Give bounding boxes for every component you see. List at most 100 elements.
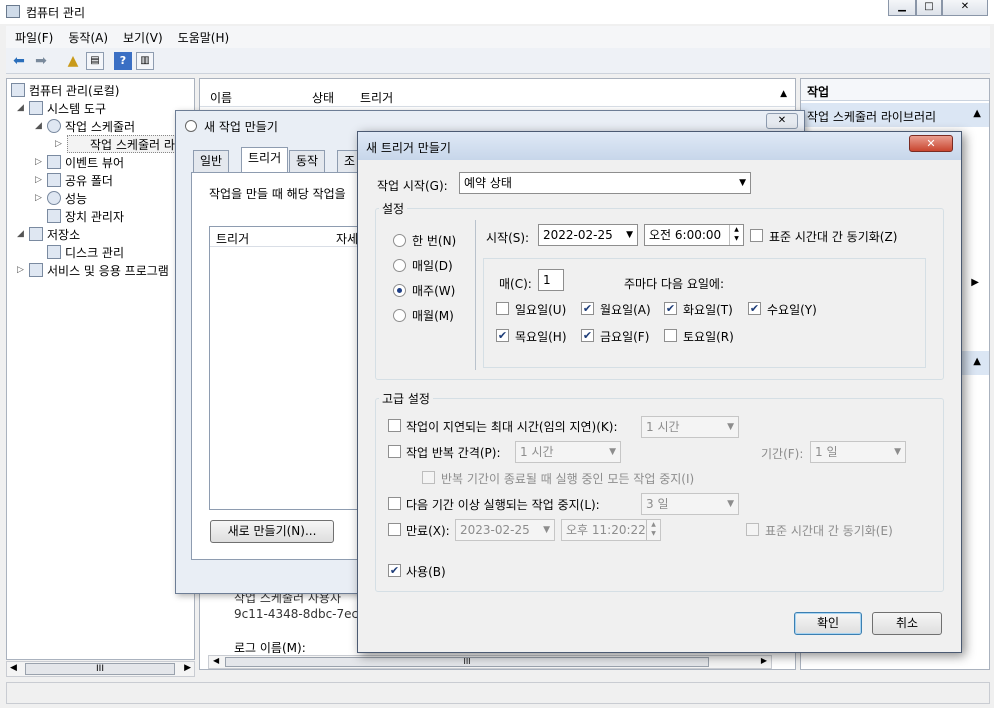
actions-section-library[interactable]: 작업 스케줄러 라이브러리 ▲ (801, 103, 989, 127)
tab-actions[interactable]: 동작 (289, 150, 326, 172)
forward-icon[interactable]: ➡ (32, 52, 50, 70)
day-saturday-checkbox[interactable] (664, 329, 677, 342)
day-friday-checkbox[interactable]: ✔ (581, 329, 594, 342)
settings-divider (475, 220, 476, 370)
menu-file[interactable]: 파일(F) (15, 29, 53, 46)
delay-checkbox[interactable] (388, 419, 401, 432)
scroll-thumb[interactable]: III (225, 657, 709, 667)
expand-arrow-icon[interactable]: ▷ (35, 175, 42, 185)
duration-select[interactable]: 1 일 ▼ (810, 441, 906, 463)
log-name-label: 로그 이름(M): (234, 641, 306, 655)
radio-monthly-label: 매월(M) (412, 309, 454, 323)
column-header-name[interactable]: 이름 (210, 89, 232, 106)
menu-help[interactable]: 도움말(H) (178, 29, 230, 46)
start-time-spinner[interactable]: 오전 6:00:00 ▲ ▼ (644, 224, 744, 246)
day-thursday-checkbox[interactable]: ✔ (496, 329, 509, 342)
delay-select[interactable]: 1 시간 ▼ (641, 416, 739, 438)
ok-button[interactable]: 확인 (794, 612, 862, 635)
sync-timezone-checkbox[interactable] (750, 229, 763, 242)
collapse-arrow-icon[interactable]: ◢ (17, 103, 24, 113)
enabled-checkbox[interactable]: ✔ (388, 564, 401, 577)
new-trigger-button[interactable]: 새로 만들기(N)... (210, 520, 334, 543)
menu-view[interactable]: 보기(V) (123, 29, 163, 46)
show-hide-tree-icon[interactable]: ▤ (86, 51, 104, 70)
expire-checkbox[interactable] (388, 523, 401, 536)
scroll-left-icon[interactable]: ◀ (213, 656, 219, 665)
column-header-trigger[interactable]: 트리거 (216, 230, 249, 247)
up-folder-icon[interactable]: ▲ (64, 52, 82, 70)
tab-general[interactable]: 일반 (193, 150, 230, 172)
day-saturday-label: 토요일(R) (683, 330, 734, 344)
radio-monthly[interactable] (393, 309, 406, 322)
recur-every-input[interactable]: 1 (538, 269, 564, 291)
tree-item-disk-management[interactable]: 디스크 관리 (47, 243, 124, 261)
stop-long-running-select[interactable]: 3 일 ▼ (641, 493, 739, 515)
tree-item-system-tools[interactable]: 시스템 도구 (29, 99, 106, 117)
column-header-status[interactable]: 상태 (312, 89, 334, 106)
delay-label: 작업이 지연되는 최대 시간(임의 지연)(K): (406, 420, 618, 434)
tree-item-services-applications[interactable]: 서비스 및 응용 프로그램 (29, 261, 169, 279)
day-wednesday-checkbox[interactable]: ✔ (748, 302, 761, 315)
expire-date-picker[interactable]: 2023-02-25 ▼ (455, 519, 555, 541)
collapse-up-icon[interactable]: ▲ (973, 108, 981, 119)
radio-weekly[interactable] (393, 284, 406, 297)
tree-item-shared-folders[interactable]: 공유 폴더 (47, 171, 113, 189)
day-monday-checkbox[interactable]: ✔ (581, 302, 594, 315)
dropdown-arrow-icon: ▼ (727, 499, 734, 509)
radio-once[interactable] (393, 234, 406, 247)
create-task-close-button[interactable]: ✕ (766, 113, 798, 129)
expire-time-spinner[interactable]: 오후 11:20:22 ▲ ▼ (561, 519, 661, 541)
collapse-up-icon[interactable]: ▲ (973, 356, 981, 367)
column-header-details[interactable]: 자세 (336, 230, 358, 247)
menu-action[interactable]: 동작(A) (68, 29, 108, 46)
tree-horizontal-scrollbar[interactable]: ◀ III ▶ (6, 661, 195, 677)
tab-triggers[interactable]: 트리거 (241, 147, 289, 173)
radio-daily[interactable] (393, 259, 406, 272)
repeat-checkbox[interactable] (388, 445, 401, 458)
tree-item-event-viewer[interactable]: 이벤트 뷰어 (47, 153, 124, 171)
repeat-interval-select[interactable]: 1 시간 ▼ (515, 441, 621, 463)
scroll-right-icon[interactable]: ▶ (761, 656, 767, 665)
column-header-triggers[interactable]: 트리거 (360, 89, 393, 106)
expand-arrow-icon[interactable]: ▷ (17, 265, 24, 275)
tree-item-computer-management[interactable]: 컴퓨터 관리(로컬) (11, 81, 119, 99)
stop-repeat-checkbox[interactable] (422, 471, 435, 484)
minimize-button[interactable]: ▁ (888, 0, 916, 16)
tree-item-device-manager[interactable]: 장치 관리자 (47, 207, 124, 225)
dropdown-arrow-icon: ▼ (626, 230, 633, 240)
show-hide-action-pane-icon[interactable]: ▥ (136, 51, 154, 70)
spinner-arrows-icon[interactable]: ▲ ▼ (646, 520, 660, 540)
expand-arrow-icon[interactable]: ▷ (55, 139, 62, 149)
scroll-up-icon[interactable]: ▲ (780, 89, 787, 99)
center-horizontal-scrollbar[interactable]: ◀ III ▶ (208, 655, 772, 669)
tree-item-task-scheduler[interactable]: 작업 스케줄러 (47, 117, 135, 135)
window-close-button[interactable]: ✕ (942, 0, 988, 16)
tree-item-task-scheduler-library[interactable]: 작업 스케줄러 라 (67, 135, 180, 153)
start-task-select[interactable]: 예약 상태 ▼ (459, 172, 751, 194)
scroll-thumb[interactable]: III (25, 663, 175, 675)
collapse-arrow-icon[interactable]: ◢ (17, 229, 24, 239)
radio-once-label: 한 번(N) (412, 234, 457, 248)
stop-long-running-checkbox[interactable] (388, 497, 401, 510)
scroll-right-icon[interactable]: ▶ (184, 663, 191, 673)
trigger-close-button[interactable]: ✕ (909, 135, 953, 152)
expire-sync-checkbox[interactable] (746, 523, 759, 536)
scroll-left-icon[interactable]: ◀ (10, 663, 17, 673)
actions-title: 작업 (807, 85, 830, 99)
day-sunday-checkbox[interactable] (496, 302, 509, 315)
expand-arrow-icon[interactable]: ▷ (35, 157, 42, 167)
back-icon[interactable]: ⬅ (10, 52, 28, 70)
spinner-arrows-icon[interactable]: ▲ ▼ (729, 225, 743, 245)
start-date-picker[interactable]: 2022-02-25 ▼ (538, 224, 638, 246)
expand-arrow-icon[interactable]: ▷ (35, 193, 42, 203)
tree-item-storage[interactable]: 저장소 (29, 225, 80, 243)
window-titlebar: 컴퓨터 관리 ▁ □ ✕ (0, 0, 994, 24)
tree-item-performance[interactable]: 성능 (47, 189, 87, 207)
maximize-button[interactable]: □ (916, 0, 942, 16)
cancel-button[interactable]: 취소 (872, 612, 942, 635)
submenu-arrow-icon[interactable]: ▶ (971, 277, 979, 288)
collapse-arrow-icon[interactable]: ◢ (35, 121, 42, 131)
day-tuesday-checkbox[interactable]: ✔ (664, 302, 677, 315)
help-icon[interactable]: ? (114, 51, 132, 70)
triggers-description: 작업을 만들 때 해당 작업을 (209, 187, 346, 201)
